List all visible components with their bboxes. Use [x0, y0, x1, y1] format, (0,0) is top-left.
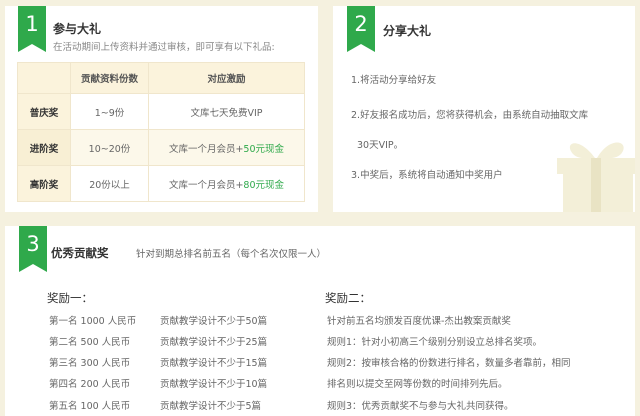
reward-text: 文库七天免费VIP [190, 107, 263, 119]
row-name: 进阶奖 [17, 129, 71, 166]
section-2-card: 2 分享大礼 1.将活动分享给好友 2.好友报名成功后，您将获得机会，由系统自动… [333, 6, 635, 212]
table-row: 普庆奖 1~9份 文库七天免费VIP [17, 93, 306, 130]
share-step-3: 3.中奖后，系统将自动通知中奖用户 [351, 170, 503, 181]
rank-4: 第四名 200 人民币 [49, 379, 131, 390]
row-name: 高阶奖 [17, 165, 71, 202]
rule-2: 规则2：按审核合格的份数进行排名，数量多者靠前，相同 [327, 358, 571, 369]
share-step-2-cont: 30天VIP。 [357, 140, 404, 151]
reward-text: 文库一个月会员+ [168, 143, 244, 155]
rule-2-cont: 排名则以提交至网等份数的时间排列先后。 [327, 379, 508, 390]
row-reward: 文库一个月会员+50元现金 [147, 129, 306, 166]
reward-two-header: 奖励二： [325, 291, 371, 305]
section-3-subtitle: 针对到期总排名前五名（每个名次仅限一人） [136, 249, 327, 260]
share-step-1: 1.将活动分享给好友 [351, 75, 437, 86]
section-1-subtitle: 在活动期间上传资料并通过审核，即可享有以下礼品: [53, 42, 275, 53]
table-header-blank [17, 62, 71, 94]
row-reward: 文库七天免费VIP [147, 93, 306, 130]
rank-1-requirement: 贡献教学设计不少于50篇 [160, 316, 268, 327]
section-1-title: 参与大礼 [53, 22, 102, 36]
reward-bonus: 80元现金 [243, 179, 285, 191]
gift-box-icon [557, 142, 635, 212]
rank-3: 第三名 300 人民币 [49, 358, 131, 369]
share-step-2: 2.好友报名成功后，您将获得机会，由系统自动抽取文库 [351, 110, 589, 121]
row-reward: 文库一个月会员+80元现金 [147, 165, 306, 202]
reward-one-header: 奖励一： [47, 291, 93, 305]
section-2-title: 分享大礼 [383, 24, 432, 38]
table-row: 高阶奖 20份以上 文库一个月会员+80元现金 [17, 165, 306, 202]
section-3-title: 优秀贡献奖 [51, 246, 109, 260]
reward-two-highlight: 针对前五名均颁发百度优课-杰出教案贡献奖 [327, 316, 511, 327]
rank-1: 第一名 1000 人民币 [49, 316, 137, 327]
table-row: 进阶奖 10~20份 文库一个月会员+50元现金 [17, 129, 306, 166]
rank-2: 第二名 500 人民币 [49, 337, 131, 348]
section-3-card: 3 优秀贡献奖 针对到期总排名前五名（每个名次仅限一人） 奖励一： 第一名 10… [5, 226, 635, 416]
table-header-row: 贡献资料份数 对应激励 [17, 62, 306, 94]
row-count: 20份以上 [70, 165, 149, 202]
table-header-count: 贡献资料份数 [70, 62, 149, 94]
section-3-badge: 3 [19, 226, 47, 272]
rank-2-requirement: 贡献教学设计不少于25篇 [160, 337, 268, 348]
section-1-card: 1 参与大礼 在活动期间上传资料并通过审核，即可享有以下礼品: 贡献资料份数 对… [5, 6, 318, 212]
reward-text: 文库一个月会员+ [168, 179, 244, 191]
rank-4-requirement: 贡献教学设计不少于10篇 [160, 379, 268, 390]
section-1-badge: 1 [18, 6, 46, 52]
rank-3-requirement: 贡献教学设计不少于15篇 [160, 358, 268, 369]
reward-table: 贡献资料份数 对应激励 普庆奖 1~9份 文库七天免费VIP 进阶奖 10~20… [17, 62, 306, 202]
row-count: 10~20份 [70, 129, 149, 166]
reward-bonus: 50元现金 [243, 143, 285, 155]
section-2-badge: 2 [347, 6, 375, 52]
row-name: 普庆奖 [17, 93, 71, 130]
row-count: 1~9份 [70, 93, 149, 130]
table-header-reward: 对应激励 [147, 62, 306, 94]
rule-1: 规则1：针对小初高三个级别分别设立总排名奖项。 [327, 337, 543, 348]
